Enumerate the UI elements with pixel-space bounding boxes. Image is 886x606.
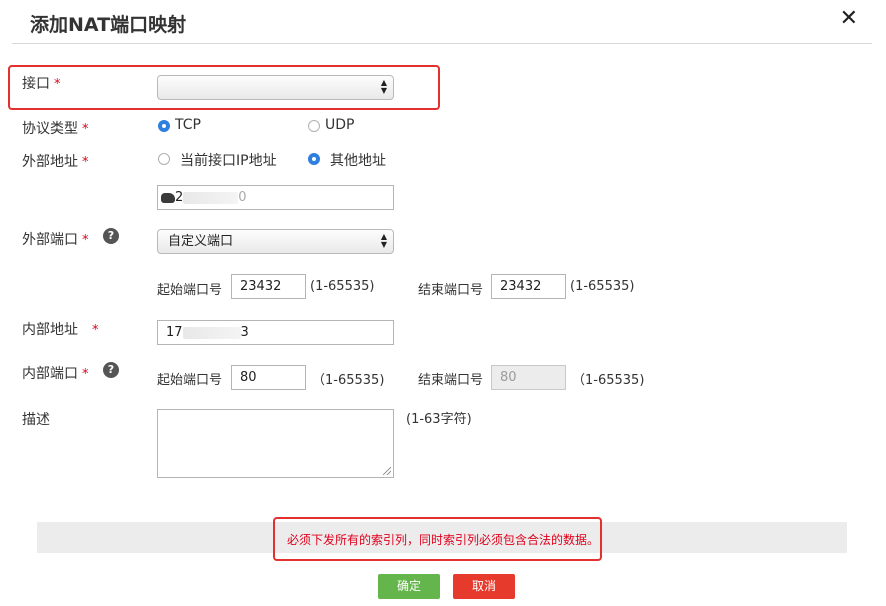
title-divider (12, 43, 872, 44)
external-end-port-range: (1-65535) (570, 279, 635, 294)
internal-start-port-input[interactable]: 80 (231, 365, 306, 390)
protocol-udp-label[interactable]: UDP (325, 117, 354, 133)
internal-start-port-label: 起始端口号 (157, 373, 223, 388)
external-port-select[interactable]: 自定义端口 ▲ ▼ (157, 229, 394, 254)
external-address-input[interactable]: 20 (157, 185, 394, 210)
internal-end-port-label: 结束端口号 (418, 373, 484, 388)
redacted-mask (182, 326, 241, 339)
protocol-tcp-radio[interactable] (158, 120, 170, 132)
redacted-mask (161, 192, 175, 203)
required-mark: * (82, 155, 89, 170)
internal-address-value-start: 17 (166, 325, 183, 340)
internal-port-help-icon[interactable]: ? (103, 362, 119, 378)
external-port-select-value: 自定义端口 (168, 234, 234, 249)
internal-end-port-range: （1-65535) (572, 373, 645, 388)
interface-select[interactable]: ▲ ▼ (157, 75, 394, 100)
external-port-label: 外部端口 * (22, 229, 89, 249)
interface-label-text: 接口 (22, 76, 50, 92)
select-arrows-icon: ▲ ▼ (380, 232, 387, 249)
cancel-button[interactable]: 取消 (453, 574, 515, 599)
protocol-label-text: 协议类型 (22, 121, 78, 137)
external-end-port-input[interactable]: 23432 (491, 274, 566, 299)
dialog-title: 添加NAT端口映射 (30, 14, 187, 36)
description-textarea[interactable] (157, 409, 394, 478)
select-arrows-icon: ▲ ▼ (380, 78, 387, 95)
internal-port-label: 内部端口 * (22, 363, 89, 383)
external-start-port-range: (1-65535) (310, 279, 375, 294)
description-label: 描述 (22, 412, 50, 428)
protocol-udp-radio[interactable] (308, 120, 320, 132)
external-start-port-input[interactable]: 23432 (231, 274, 306, 299)
required-mark: * (54, 77, 61, 92)
external-address-label: 外部地址 * (22, 151, 89, 171)
external-start-port-label: 起始端口号 (157, 283, 223, 298)
confirm-button[interactable]: 确定 (378, 574, 440, 599)
external-address-other-radio[interactable] (308, 153, 320, 165)
interface-label: 接口 * (22, 73, 61, 93)
external-address-other-label[interactable]: 其他地址 (330, 150, 386, 170)
close-icon[interactable]: ✕ (840, 8, 858, 30)
internal-address-label-text: 内部地址 (22, 322, 78, 338)
external-address-value-start: 2 (175, 190, 184, 205)
internal-start-port-range: （1-65535) (312, 373, 385, 388)
internal-address-input[interactable]: 17 3 (157, 320, 394, 345)
external-address-value-end: 0 (238, 190, 247, 205)
required-mark: * (82, 233, 89, 248)
external-port-help-icon[interactable]: ? (103, 228, 119, 244)
internal-address-value-end: 3 (240, 325, 249, 340)
description-hint: (1-63字符) (406, 412, 472, 427)
internal-port-label-text: 内部端口 (22, 366, 78, 382)
protocol-label: 协议类型 * (22, 118, 89, 138)
required-mark: * (82, 367, 89, 382)
external-address-current-ip-label[interactable]: 当前接口IP地址 (180, 150, 277, 170)
error-message: 必须下发所有的索引列，同时索引列必须包含合法的数据。 (287, 533, 600, 547)
required-mark: * (82, 122, 89, 137)
resize-grip-icon[interactable] (383, 467, 391, 475)
external-address-current-ip-radio[interactable] (158, 153, 170, 165)
required-mark: * (92, 323, 99, 338)
internal-address-label: 内部地址 * (22, 319, 99, 339)
external-port-label-text: 外部端口 (22, 232, 78, 248)
protocol-tcp-label[interactable]: TCP (175, 117, 201, 133)
external-address-label-text: 外部地址 (22, 154, 78, 170)
internal-end-port-input: 80 (491, 365, 566, 390)
external-end-port-label: 结束端口号 (418, 283, 484, 298)
redacted-mask (183, 191, 239, 204)
